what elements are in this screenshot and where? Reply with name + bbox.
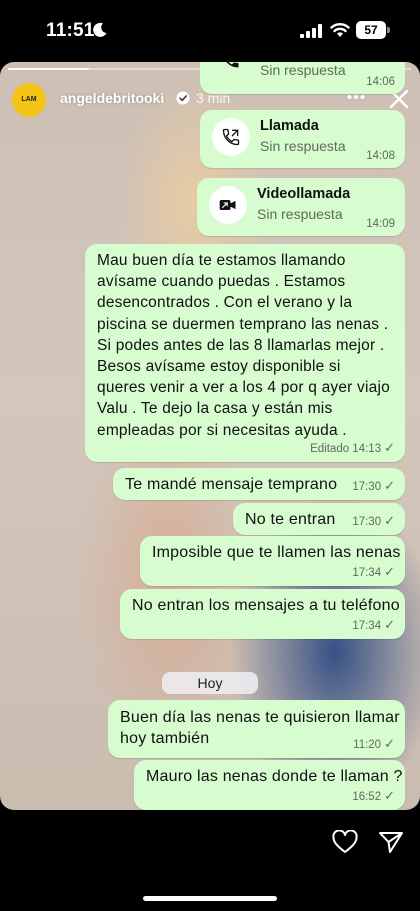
message-bubble: Buen día las nenas te quisieron llamar h… [108,700,405,758]
message-meta: 16:52 ✓ [352,788,395,804]
message-line: avísame cuando puedas . Estamos [97,273,346,291]
call-status: Sin respuesta [260,62,346,78]
call-bubble: Llamada Sin respuesta 14:08 [200,110,405,168]
moon-icon [93,22,107,37]
message-text: Imposible que te llamen las nenas [152,544,401,561]
status-bar: 11:51 57 [0,0,420,62]
message-bubble: Te mandé mensaje temprano 17:30 ✓ [113,468,405,500]
message-bubble: No te entran 17:30 ✓ [233,503,405,535]
call-status: Sin respuesta [257,206,343,222]
message-text: Te mandé mensaje temprano [125,476,338,493]
avatar[interactable]: LAM [12,83,46,117]
status-time: 11:51 [46,20,95,41]
wifi-icon [330,23,350,37]
message-time: 17:30 [352,481,382,493]
message-meta: 17:30 ✓ [352,478,395,494]
message-meta: 11:20 ✓ [353,736,395,752]
message-line: Besos avísame estoy disponible si [97,358,341,376]
message-line: Si podes antes de las 8 llamarlas mejor … [97,336,385,354]
message-bubble: Imposible que te llamen las nenas 17:34 ✓ [140,536,405,586]
call-time: 14:09 [366,218,395,230]
phone-outgoing-icon [222,128,240,146]
message-text: No entran los mensajes a tu teléfono [132,597,400,614]
read-check-icon: ✓ [384,736,395,751]
message-meta: 17:34 ✓ [352,617,395,633]
message-time: 11:20 [353,739,382,751]
message-meta: 17:34 ✓ [352,564,395,580]
video-call-bubble: Videollamada Sin respuesta 14:09 [197,178,405,236]
battery-icon: 57 [356,21,390,39]
call-bubble: Sin respuesta 14:06 [200,62,405,94]
message-meta: Editado 14:13 ✓ [310,440,395,456]
message-bubble: Mauro las nenas donde te llaman ? 16:52 ✓ [134,760,405,810]
message-bubble: No entran los mensajes a tu teléfono 17:… [120,589,405,639]
read-check-icon: ✓ [384,617,395,632]
home-indicator [143,896,277,901]
message-meta: 17:30 ✓ [352,513,395,529]
story-viewer[interactable]: LAM angeldebritooki 3 min Sin respuesta … [0,62,420,810]
read-check-icon: ✓ [384,564,395,579]
verified-icon [176,91,190,105]
message-line: piscina se duermen temprano las nenas . [97,315,389,333]
call-time: 14:08 [366,150,395,162]
long-message-bubble: Mau buen día te estamos llamando avísame… [85,244,405,462]
call-icon-circle [209,186,247,224]
heart-icon[interactable] [332,830,358,854]
call-status: Sin respuesta [260,138,346,154]
call-icon-circle [212,118,250,156]
message-line: Buen día las nenas te quisieron llamar [120,709,400,726]
send-icon[interactable] [378,830,404,854]
message-text: Mauro las nenas donde te llaman ? [146,768,403,785]
call-title: Videollamada [257,186,351,202]
message-line: empleadas por si necesitas ayuda . [97,421,347,439]
message-time: 17:30 [352,516,382,528]
story-username[interactable]: angeldebritooki [60,90,164,106]
message-time: 16:52 [352,791,382,803]
message-line: desencontrados . Con el verano y la [97,294,353,312]
story-progress-fill [8,68,89,70]
phone-outgoing-icon [226,62,239,68]
call-title: Llamada [260,118,319,134]
message-text: Mau buen día te estamos llamando avísame… [97,250,390,441]
message-line: Mau buen día te estamos llamando [97,252,346,269]
call-time: 14:06 [366,76,395,88]
message-text: No te entran [245,511,336,528]
video-outgoing-icon [219,200,236,210]
read-check-icon: ✓ [384,513,395,528]
read-check-icon: ✓ [384,478,395,493]
message-edited-time: Editado 14:13 [310,443,382,455]
signal-icon [300,24,322,38]
message-line: queres venir a ver a los 4 por q ayer vi… [97,379,390,397]
date-divider: Hoy [162,672,258,694]
message-line: Valu . Te dejo la casa y están mis [97,400,333,418]
battery-level: 57 [356,21,386,39]
read-check-icon: ✓ [384,440,395,455]
message-time: 17:34 [352,620,382,632]
message-time: 17:34 [352,567,382,579]
read-check-icon: ✓ [384,788,395,803]
